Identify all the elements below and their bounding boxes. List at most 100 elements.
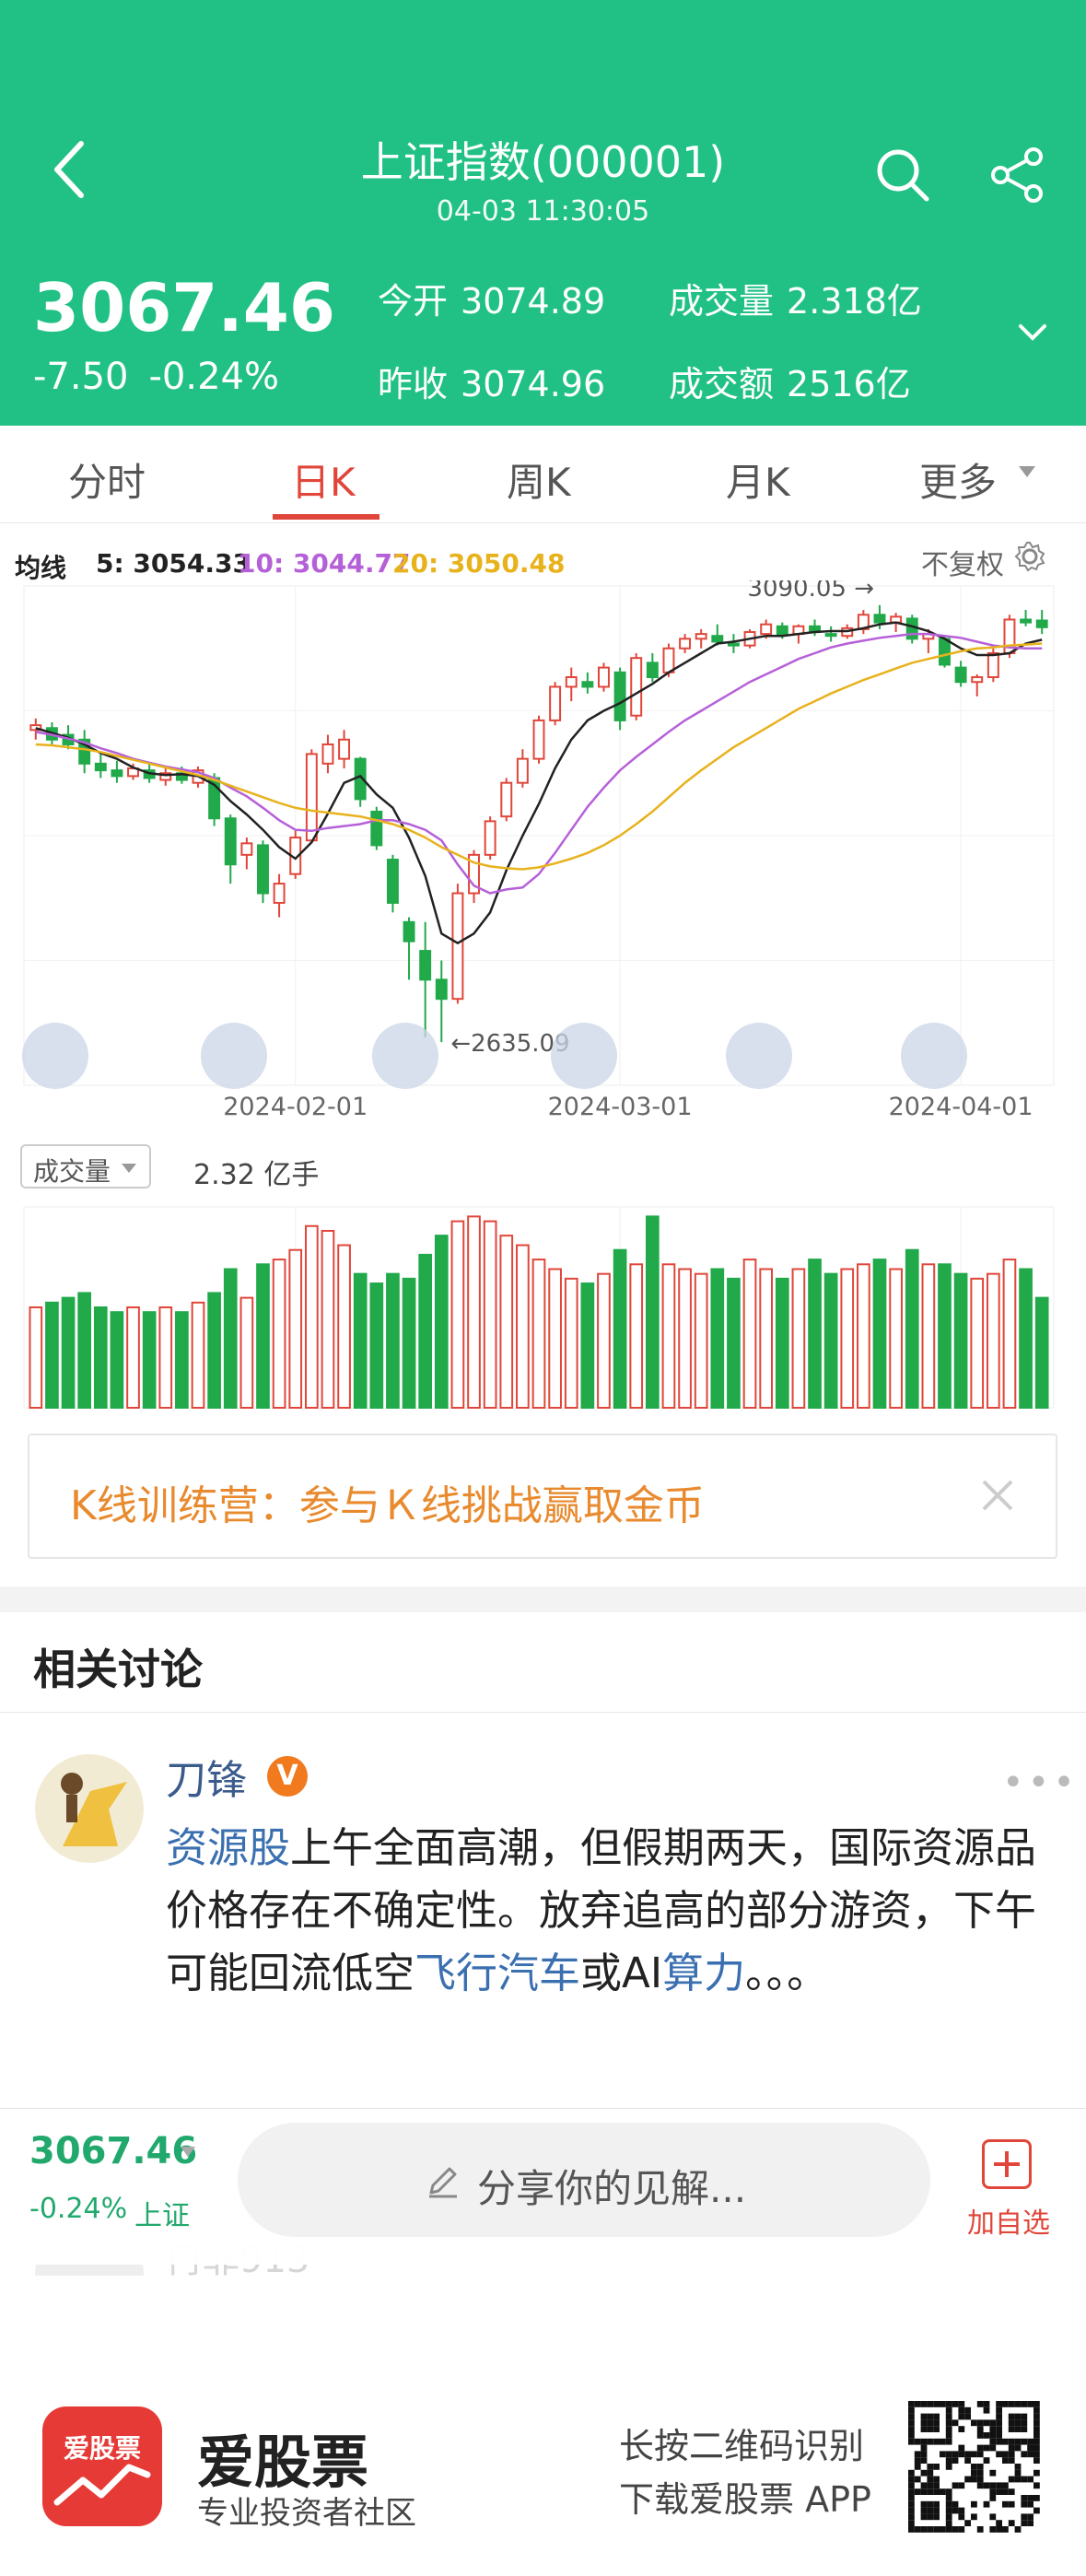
qr-module [933, 2476, 940, 2483]
caret-down-icon[interactable] [181, 2147, 195, 2157]
tab-monthly-k[interactable]: 月K [726, 451, 790, 508]
candle-body [435, 978, 448, 1001]
candle [598, 662, 610, 692]
adjust-selector[interactable]: 不复权 [921, 542, 1004, 582]
candle-body [873, 614, 886, 624]
qr-module [933, 2482, 940, 2489]
qr-module [1008, 2419, 1015, 2427]
share-opinion-input[interactable]: 分享你的见解... [238, 2123, 930, 2237]
qr-module [958, 2482, 965, 2489]
fullscreen-icon[interactable] [901, 1023, 967, 1089]
qr-module [1008, 2438, 1015, 2445]
qr-module [920, 2513, 928, 2521]
qr-module [945, 2513, 952, 2521]
volume-bar [597, 1272, 611, 1409]
change-percent: -0.24% [148, 356, 280, 398]
candle-body [565, 676, 578, 688]
zoom-in-icon[interactable] [201, 1023, 267, 1089]
qr-module [976, 2426, 984, 2432]
search-icon[interactable] [873, 146, 932, 205]
qr-module [1027, 2401, 1033, 2407]
qr-module [1027, 2495, 1033, 2501]
share-icon[interactable] [987, 146, 1046, 205]
qr-module [914, 2476, 921, 2483]
volume-bar [110, 1311, 124, 1409]
qr-module [920, 2451, 928, 2458]
candle-body [598, 666, 610, 688]
qr-module [933, 2488, 940, 2495]
tab-more[interactable]: 更多 [919, 451, 997, 508]
candle [857, 610, 870, 635]
qr-module [976, 2401, 984, 2407]
volume-bar [938, 1263, 952, 1409]
volume-bar [564, 1277, 578, 1409]
promo-banner[interactable]: K线训练营：参与Ｋ线挑战赢取金币 [28, 1434, 1057, 1559]
qr-module [996, 2413, 1002, 2420]
vol-label: 成交量 [669, 281, 775, 322]
tab-weekly-k[interactable]: 周K [507, 451, 571, 508]
candle-body [727, 642, 740, 647]
qr-module [1008, 2401, 1015, 2407]
qr-module [945, 2432, 952, 2439]
qr-module [914, 2438, 921, 2445]
avatar[interactable] [35, 1754, 144, 1863]
username[interactable]: 刀锋 [166, 1747, 247, 1806]
qr-module [920, 2488, 928, 2495]
qr-module [945, 2500, 952, 2508]
stock-link[interactable]: 资源股 [166, 1823, 290, 1872]
tab-intraday[interactable]: 分时 [68, 451, 146, 508]
qr-module [908, 2513, 915, 2521]
qr-module [908, 2526, 915, 2533]
qr-module [976, 2469, 984, 2476]
candle [370, 806, 383, 850]
scroll-left-fast-icon[interactable] [22, 1023, 88, 1089]
scroll-right-icon[interactable] [726, 1023, 792, 1089]
qr-module [964, 2451, 971, 2458]
qr-module [927, 2513, 934, 2521]
candle-body [484, 820, 496, 856]
add-watchlist-button[interactable]: 加自选 [967, 2200, 1050, 2241]
qr-module [1033, 2406, 1040, 2414]
zoom-out-icon[interactable] [372, 1023, 438, 1089]
qr-module [1014, 2438, 1022, 2445]
volume-bar [93, 1306, 108, 1409]
close-icon[interactable] [969, 1467, 1026, 1524]
qr-module [908, 2500, 915, 2508]
bottom-price[interactable]: 3067.46 [29, 2130, 197, 2172]
qr-module [945, 2451, 952, 2458]
volume-bar [304, 1224, 319, 1410]
post-content[interactable]: 资源股上午全面高潮，但假期两天，国际资源品价格存在不确定性。放弃追高的部分游资，… [166, 1817, 1041, 2005]
stock-link[interactable]: 算力 [662, 1949, 745, 1997]
qr-module [976, 2432, 984, 2439]
chevron-down-icon[interactable] [1010, 313, 1056, 350]
candle-body [581, 681, 594, 688]
stock-link[interactable]: 飞行汽车 [415, 1949, 580, 1997]
candle-body [94, 762, 107, 772]
volume-stat: 成交量 2.318亿 [669, 273, 922, 323]
prev-label: 昨收 [378, 364, 449, 404]
qr-module [914, 2457, 921, 2464]
qr-module [958, 2406, 965, 2414]
scroll-left-icon[interactable] [551, 1023, 617, 1089]
qr-module [1008, 2413, 1015, 2420]
qr-module [945, 2495, 952, 2501]
candle [338, 730, 351, 769]
qr-module [1027, 2451, 1033, 2458]
gear-icon[interactable] [1013, 540, 1046, 573]
more-options-icon[interactable]: ••• [1002, 1762, 1079, 1804]
volume-bar [759, 1268, 774, 1409]
candle-body [321, 743, 334, 765]
qr-module [920, 2419, 928, 2427]
qr-module [945, 2457, 952, 2464]
plus-icon[interactable] [982, 2139, 1032, 2189]
indicator-select[interactable]: 成交量 [20, 1144, 151, 1188]
tab-daily-k[interactable]: 日K [291, 451, 356, 508]
candle-body [111, 769, 123, 778]
qr-module [1008, 2500, 1015, 2508]
x-tick-label: 2024-02-01 [223, 1093, 368, 1121]
prev-close: 昨收 3074.96 [378, 356, 605, 406]
candle-body [403, 920, 415, 943]
candle [987, 648, 999, 683]
candle-body [549, 685, 562, 721]
candle-body [370, 810, 383, 847]
